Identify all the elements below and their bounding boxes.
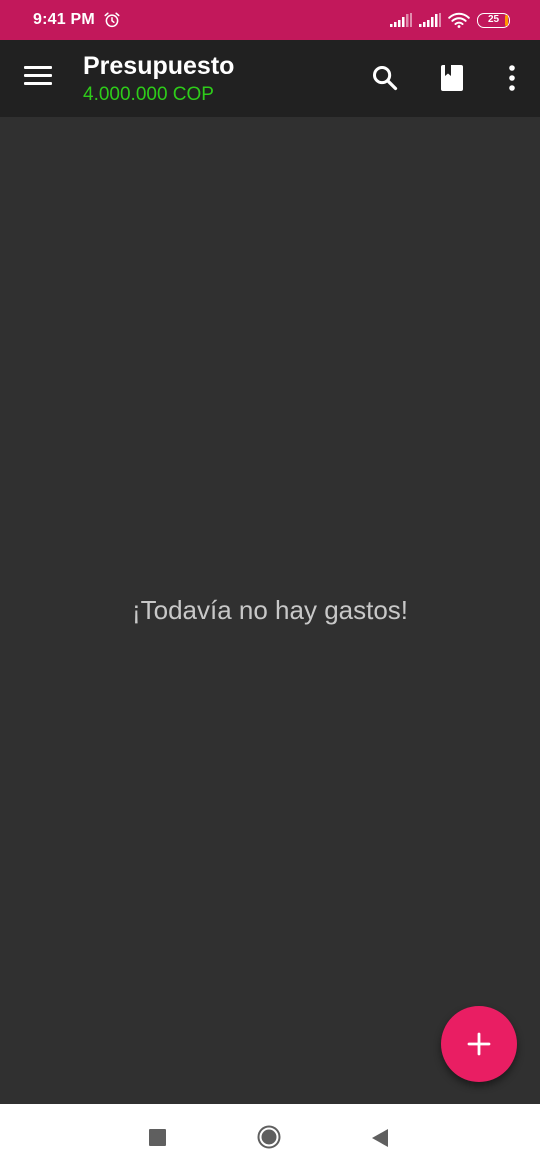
system-nav-bar: [0, 1104, 540, 1170]
search-icon[interactable]: [371, 64, 399, 92]
home-icon[interactable]: [257, 1125, 281, 1149]
alarm-icon: [104, 12, 120, 28]
app-screen: 9:41 PM 25 Presupuesto 4.000.000 COP ¡To…: [0, 0, 540, 1170]
budget-amount: 4.000.000 COP: [83, 84, 214, 105]
menu-button[interactable]: [24, 66, 52, 88]
title-block: Presupuesto 4.000.000 COP: [83, 51, 234, 107]
wifi-icon: [448, 12, 470, 28]
add-expense-button[interactable]: [441, 1006, 517, 1082]
book-icon[interactable]: [438, 64, 466, 92]
plus-icon: [467, 1032, 491, 1056]
status-icons: 25: [390, 12, 510, 28]
battery-icon: 25: [477, 12, 510, 28]
back-icon[interactable]: [371, 1128, 389, 1148]
menu-icon: [24, 66, 52, 85]
signal-icon: [419, 13, 441, 27]
empty-state-message: ¡Todavía no hay gastos!: [131, 595, 409, 625]
recent-apps-icon[interactable]: [149, 1129, 166, 1146]
page-title: Presupuesto: [83, 52, 235, 80]
more-vert-icon[interactable]: [498, 64, 526, 92]
battery-tip: [505, 14, 508, 26]
status-time: 9:41 PM: [33, 11, 95, 28]
signal-icon: [390, 13, 412, 27]
expense-list: ¡Todavía no hay gastos!: [0, 117, 540, 1104]
app-bar: Presupuesto 4.000.000 COP: [0, 40, 540, 117]
status-bar: 9:41 PM 25: [0, 0, 540, 40]
battery-level-label: 25: [487, 14, 500, 25]
